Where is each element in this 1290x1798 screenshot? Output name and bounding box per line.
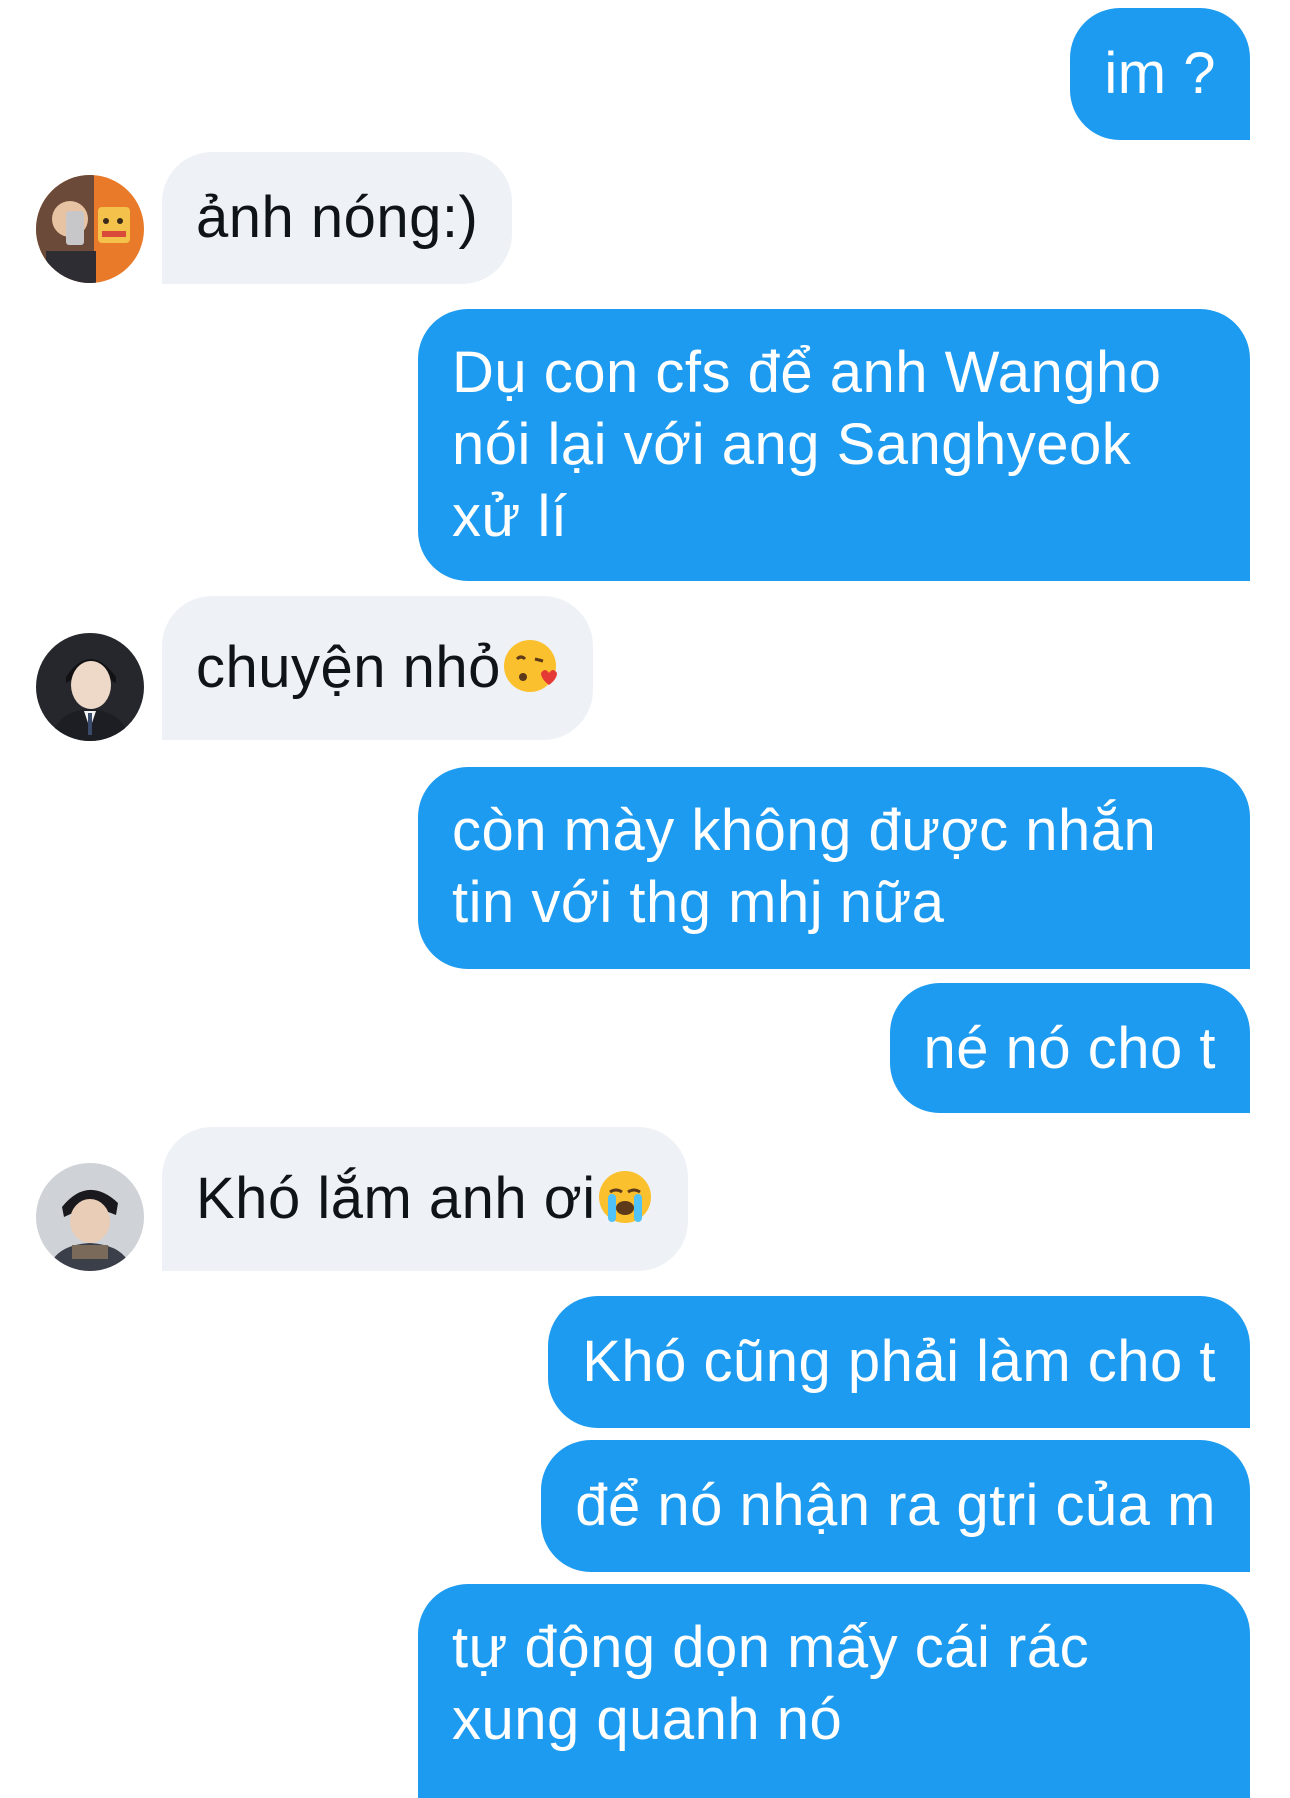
message-bubble-outgoing[interactable]: Dụ con cfs để anh Wangho nói lại với ang… xyxy=(418,309,1250,581)
message-bubble-incoming[interactable]: Khó lắm anh ơi xyxy=(162,1127,688,1271)
avatar-2-image xyxy=(36,633,144,741)
message-line: nói lại với ang Sanghyeok xyxy=(452,412,1132,477)
message-text: Khó lắm anh ơi xyxy=(196,1166,596,1231)
message-text: chuyện nhỏ xyxy=(196,635,501,700)
kissing-heart-emoji-icon xyxy=(501,637,559,712)
contact-avatar[interactable] xyxy=(36,633,144,741)
message-line: còn mày không được nhắn xyxy=(452,798,1157,863)
message-text: né nó cho t xyxy=(923,1016,1216,1081)
message-line: xung quanh nó xyxy=(452,1687,843,1752)
message-text: ảnh nóng:) xyxy=(196,185,479,250)
avatar-1-image xyxy=(36,175,144,283)
message-bubble-outgoing[interactable]: để nó nhận ra gtri của m xyxy=(541,1440,1250,1572)
message-bubble-outgoing[interactable]: né nó cho t xyxy=(889,983,1250,1113)
message-line: Dụ con cfs để anh Wangho xyxy=(452,340,1162,405)
message-line: xử lí xyxy=(452,484,568,549)
message-thread: im ? ảnh nóng:) Dụ con cfs để anh Wangho… xyxy=(0,0,1290,1798)
crying-face-emoji-icon xyxy=(596,1168,654,1243)
message-text: Khó cũng phải làm cho t xyxy=(582,1329,1216,1394)
message-bubble-incoming[interactable]: chuyện nhỏ xyxy=(162,596,593,740)
message-bubble-incoming[interactable]: ảnh nóng:) xyxy=(162,152,513,284)
message-bubble-outgoing[interactable]: tự động dọn mấy cái rác xung quanh nó xyxy=(418,1584,1250,1798)
message-text: để nó nhận ra gtri của m xyxy=(575,1473,1216,1538)
avatar-3-image xyxy=(36,1163,144,1271)
message-bubble-outgoing[interactable]: im ? xyxy=(1070,8,1250,140)
message-text: im ? xyxy=(1104,41,1216,106)
contact-avatar[interactable] xyxy=(36,1163,144,1271)
message-line: tin với thg mhj nữa xyxy=(452,870,945,935)
message-line: tự động dọn mấy cái rác xyxy=(452,1615,1090,1680)
message-bubble-outgoing[interactable]: Khó cũng phải làm cho t xyxy=(548,1296,1250,1428)
contact-avatar[interactable] xyxy=(36,175,144,283)
message-bubble-outgoing[interactable]: còn mày không được nhắn tin với thg mhj … xyxy=(418,767,1250,969)
